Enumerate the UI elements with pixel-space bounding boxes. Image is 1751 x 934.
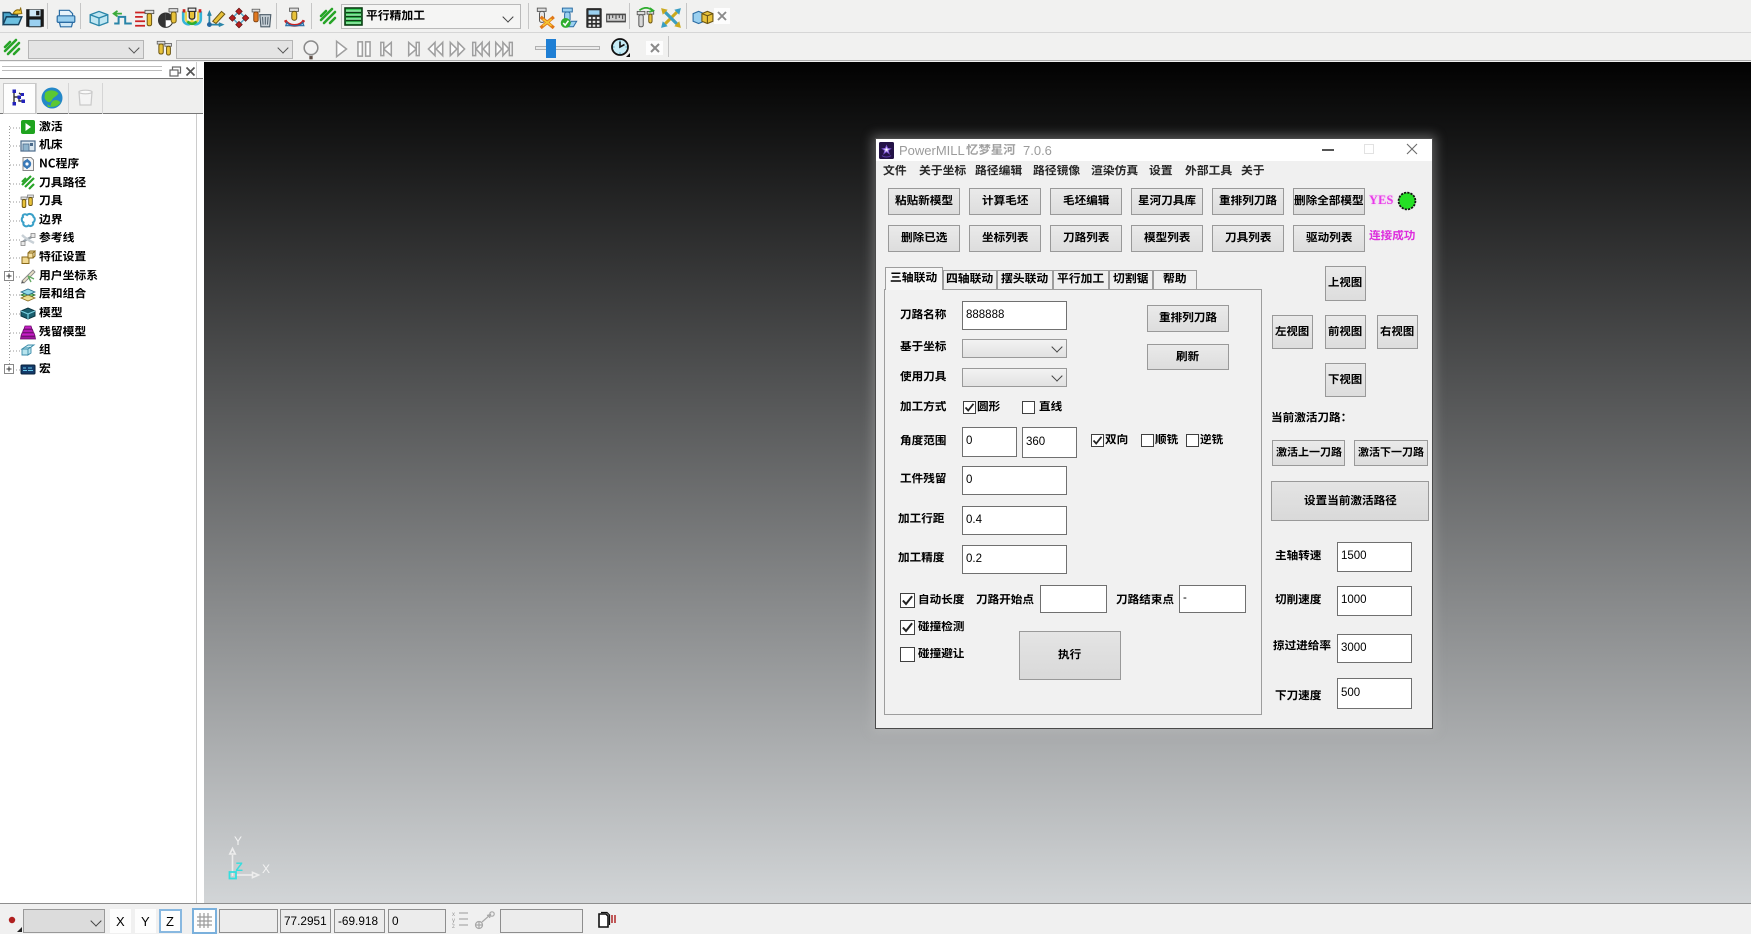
svg-text:z: z (452, 924, 455, 928)
svg-text:Y: Y (234, 834, 242, 848)
svg-text:X: X (262, 862, 270, 876)
